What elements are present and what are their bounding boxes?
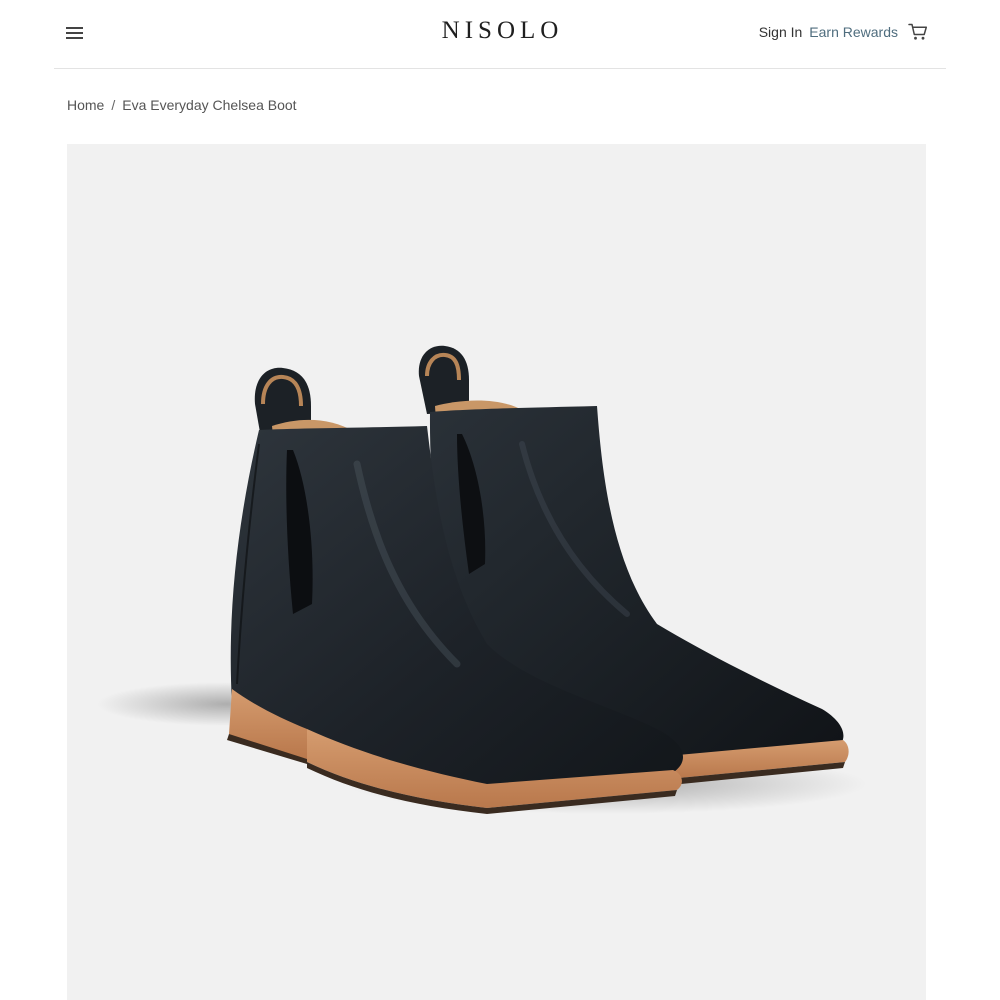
breadcrumb-home-link[interactable]: Home xyxy=(67,97,104,113)
header-divider xyxy=(54,68,946,69)
header-actions: Sign In Earn Rewards xyxy=(759,23,928,41)
site-header: NISOLO Sign In Earn Rewards xyxy=(0,0,1000,68)
breadcrumb-current: Eva Everyday Chelsea Boot xyxy=(122,97,297,113)
earn-rewards-link[interactable]: Earn Rewards xyxy=(809,24,898,40)
product-image[interactable] xyxy=(67,144,926,1000)
breadcrumb: Home / Eva Everyday Chelsea Boot xyxy=(67,97,297,113)
shopping-cart-icon[interactable] xyxy=(908,23,928,41)
sign-in-link[interactable]: Sign In xyxy=(759,24,803,40)
breadcrumb-separator: / xyxy=(111,97,116,113)
chelsea-boots-illustration xyxy=(97,345,867,814)
